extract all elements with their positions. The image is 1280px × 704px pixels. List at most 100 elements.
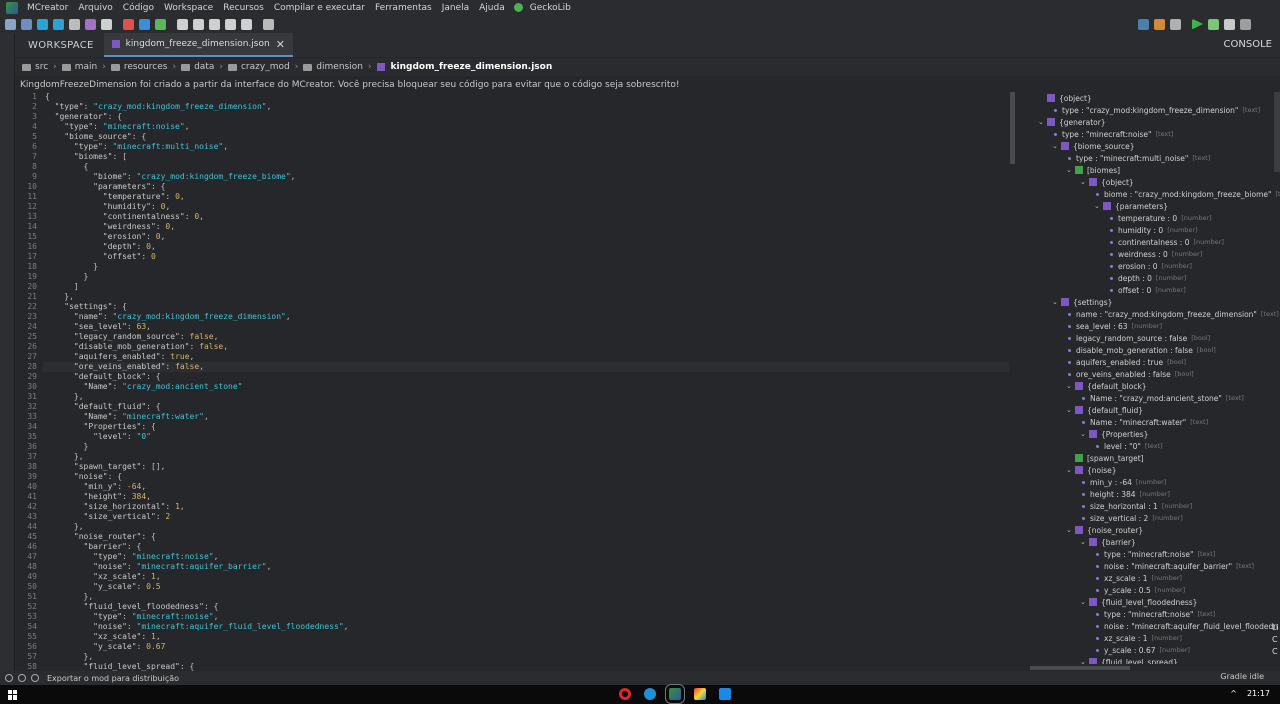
chevron-down-icon[interactable]: ⌄ — [1066, 406, 1075, 414]
chevron-down-icon[interactable]: ⌄ — [1080, 430, 1089, 438]
tray-expand-icon[interactable]: ^ — [1230, 689, 1237, 698]
tree-leaf[interactable]: y_scale : 0.67 [number] — [1094, 644, 1190, 656]
image-icon[interactable] — [85, 18, 96, 30]
gear-icon[interactable] — [31, 674, 39, 682]
tool-folder-icon[interactable] — [1138, 18, 1149, 30]
tree-leaf[interactable]: type : "minecraft:noise" [text] — [1052, 128, 1173, 140]
menu-item-arquivo[interactable]: Arquivo — [73, 3, 117, 13]
breadcrumb-folder-dimension[interactable]: dimension — [303, 62, 363, 72]
breadcrumb-folder-resources[interactable]: resources — [110, 62, 167, 72]
tree-leaf[interactable]: humidity : 0 [number] — [1108, 224, 1198, 236]
chevron-down-icon[interactable]: ⌄ — [1066, 526, 1075, 534]
tree-node[interactable]: [spawn_target] — [1066, 452, 1144, 464]
tree-leaf[interactable]: noise : "minecraft:aquifer_fluid_level_f… — [1094, 620, 1278, 632]
chevron-down-icon[interactable]: ⌄ — [1066, 382, 1075, 390]
tree-horizontal-scrollbar[interactable] — [1030, 666, 1130, 670]
menu-item-compilar-e-executar[interactable]: Compilar e executar — [269, 3, 370, 13]
tree-leaf[interactable]: xz_scale : 1 [number] — [1094, 572, 1182, 584]
json-tree-view[interactable]: {object} type : "crazy_mod:kingdom_freeze… — [1030, 92, 1280, 664]
import-icon[interactable] — [53, 18, 64, 30]
stop-icon[interactable] — [1240, 18, 1251, 30]
chevron-down-icon[interactable]: ⌄ — [1080, 658, 1089, 664]
menu-item-recursos[interactable]: Recursos — [218, 3, 269, 13]
explorer-icon[interactable] — [719, 688, 731, 700]
tree-leaf[interactable]: offset : 0 [number] — [1108, 284, 1186, 296]
tree-node[interactable]: ⌄ {default_fluid} — [1066, 404, 1143, 416]
info-icon[interactable] — [5, 674, 13, 682]
tree-node[interactable]: ⌄ {noise_router} — [1066, 524, 1143, 536]
breadcrumb-current-file[interactable]: kingdom_freeze_dimension.json — [376, 62, 552, 72]
chevron-down-icon[interactable]: ⌄ — [1052, 142, 1061, 150]
tree-leaf[interactable]: size_horizontal : 1 [number] — [1080, 500, 1192, 512]
chevron-down-icon[interactable]: ⌄ — [1080, 178, 1089, 186]
export-icon[interactable] — [69, 18, 80, 30]
tree-leaf[interactable]: Name : "minecraft:water" [text] — [1080, 416, 1208, 428]
chevron-down-icon[interactable]: ⌄ — [1080, 598, 1089, 606]
clock[interactable]: 21:17 — [1247, 689, 1270, 698]
tree-leaf[interactable]: sea_level : 63 [number] — [1066, 320, 1162, 332]
code-icon[interactable] — [101, 18, 112, 30]
tree-node[interactable]: ⌄ {parameters} — [1094, 200, 1168, 212]
tree-leaf[interactable]: size_vertical : 2 [number] — [1080, 512, 1183, 524]
tree-node[interactable]: ⌄ {default_block} — [1066, 380, 1147, 392]
chevron-down-icon[interactable]: ⌄ — [1094, 202, 1103, 210]
tree-leaf[interactable]: legacy_random_source : false [bool] — [1066, 332, 1210, 344]
tree-node[interactable]: ⌄ {fluid_level_floodedness} — [1080, 596, 1197, 608]
tree-node[interactable]: {object} — [1038, 92, 1092, 104]
tree-leaf[interactable]: min_y : -64 [number] — [1080, 476, 1166, 488]
menu-item-janela[interactable]: Janela — [437, 3, 474, 13]
tree-leaf[interactable]: height : 384 [number] — [1080, 488, 1170, 500]
tree-node[interactable]: ⌄ {generator} — [1038, 116, 1106, 128]
tree-node[interactable]: ⌄ {settings} — [1052, 296, 1112, 308]
breadcrumb-folder-src[interactable]: src — [22, 62, 48, 72]
tree-node[interactable]: ⌄ {noise} — [1066, 464, 1117, 476]
tool-d-icon[interactable] — [225, 18, 236, 30]
debug-icon[interactable] — [1224, 18, 1235, 30]
tab-workspace[interactable]: WORKSPACE — [15, 40, 104, 51]
tree-leaf[interactable]: type : "minecraft:noise" [text] — [1094, 548, 1215, 560]
texture-icon[interactable] — [123, 18, 134, 30]
tree-leaf[interactable]: level : "0" [text] — [1094, 440, 1163, 452]
tree-leaf[interactable]: type : "minecraft:multi_noise" [text] — [1066, 152, 1210, 164]
save-icon[interactable] — [21, 18, 32, 30]
menu-item-c-digo[interactable]: Código — [118, 3, 159, 13]
workspace-icon[interactable] — [5, 18, 16, 30]
tab-console[interactable]: CONSOLE — [1224, 39, 1272, 50]
chevron-down-icon[interactable]: ⌄ — [1080, 538, 1089, 546]
windows-start-icon[interactable] — [8, 689, 18, 700]
tree-node[interactable]: ⌄ {Properties} — [1080, 428, 1148, 440]
sync-icon[interactable] — [37, 18, 48, 30]
tree-leaf[interactable]: Name : "crazy_mod:ancient_stone" [text] — [1080, 392, 1244, 404]
editor-scrollbar[interactable] — [1010, 92, 1015, 164]
chevron-down-icon[interactable]: ⌄ — [1052, 298, 1061, 306]
paint-icon[interactable] — [694, 688, 706, 700]
chevron-down-icon[interactable]: ⌄ — [1066, 466, 1075, 474]
tree-node[interactable]: ⌄ {fluid_level_spread} — [1080, 656, 1178, 664]
tree-leaf[interactable]: temperature : 0 [number] — [1108, 212, 1212, 224]
tree-node[interactable]: ⌄ [biomes] — [1066, 164, 1120, 176]
chevron-down-icon[interactable]: ⌄ — [1066, 166, 1075, 174]
tree-node[interactable]: ⌄ {barrier} — [1080, 536, 1136, 548]
menu-item-geckolib[interactable]: GeckoLib — [525, 3, 576, 13]
breadcrumb-folder-data[interactable]: data — [181, 62, 214, 72]
menu-item-mcreator[interactable]: MCreator — [22, 3, 73, 13]
mcreator-taskbar-icon[interactable] — [665, 684, 685, 704]
tree-leaf[interactable]: type : "crazy_mod:kingdom_freeze_dimensi… — [1052, 104, 1260, 116]
tree-leaf[interactable]: xz_scale : 1 [number] — [1094, 632, 1182, 644]
tree-leaf[interactable]: aquifers_enabled : true [bool] — [1066, 356, 1186, 368]
structure-icon[interactable] — [155, 18, 166, 30]
opera-icon[interactable] — [619, 688, 631, 700]
tree-leaf[interactable]: noise : "minecraft:aquifer_barrier" [text… — [1094, 560, 1254, 572]
tree-node[interactable]: ⌄ {object} — [1080, 176, 1134, 188]
run-client-icon[interactable] — [1192, 18, 1203, 30]
menu-item-ferramentas[interactable]: Ferramentas — [370, 3, 437, 13]
tab-file[interactable]: kingdom_freeze_dimension.json ✕ — [103, 33, 293, 57]
tree-leaf[interactable]: depth : 0 [number] — [1108, 272, 1186, 284]
tool-hammer-icon[interactable] — [1170, 18, 1181, 30]
tree-leaf[interactable]: biome : "crazy_mod:kingdom_freeze_biome"… — [1094, 188, 1280, 200]
power-icon[interactable] — [18, 674, 26, 682]
breadcrumb-folder-crazy-mod[interactable]: crazy_mod — [227, 62, 290, 72]
tool-a-icon[interactable] — [177, 18, 188, 30]
model-icon[interactable] — [139, 18, 150, 30]
menu-item-ajuda[interactable]: Ajuda — [474, 3, 510, 13]
